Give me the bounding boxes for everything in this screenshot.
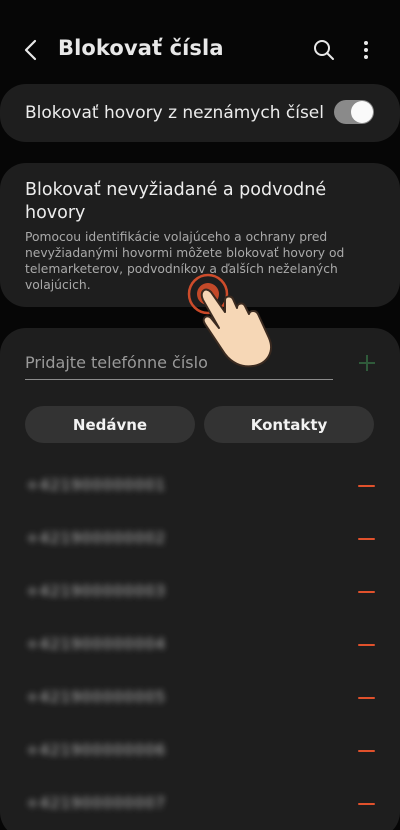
remove-number-button[interactable] xyxy=(352,737,380,765)
blocked-number-text: +421900000005 xyxy=(26,688,167,706)
more-vertical-icon xyxy=(364,41,368,59)
blocked-number-row: +421900000003 xyxy=(0,568,400,621)
add-number-button[interactable] xyxy=(352,348,382,378)
block-unknown-toggle[interactable] xyxy=(334,100,374,124)
recent-button[interactable]: Nedávne xyxy=(25,406,195,443)
search-icon xyxy=(314,40,334,60)
block-unknown-label: Blokovať hovory z neznámych čísel xyxy=(25,103,324,123)
remove-number-button[interactable] xyxy=(352,790,380,818)
contacts-button[interactable]: Kontakty xyxy=(204,406,374,443)
blocked-number-text: +421900000001 xyxy=(26,476,167,494)
minus-icon xyxy=(357,644,375,646)
blocked-number-row: +421900000004 xyxy=(0,621,400,674)
chevron-left-icon xyxy=(24,39,37,61)
remove-number-button[interactable] xyxy=(352,631,380,659)
search-button[interactable] xyxy=(306,34,342,66)
minus-icon xyxy=(357,538,375,540)
remove-number-button[interactable] xyxy=(352,472,380,500)
blocked-number-text: +421900000004 xyxy=(26,635,167,653)
block-numbers-screen: Blokovať čísla Blokovať hovory z neznámy… xyxy=(0,0,400,830)
blocked-number-row: +421900000007 xyxy=(0,780,400,830)
minus-icon xyxy=(357,591,375,593)
blocked-number-text: +421900000007 xyxy=(26,794,167,812)
block-spam-description: Pomocou identifikácie volajúceho a ochra… xyxy=(25,230,345,292)
remove-number-button[interactable] xyxy=(352,578,380,606)
blocked-numbers-card: Nedávne Kontakty +421900000001 +42190000… xyxy=(0,328,400,830)
block-spam-card[interactable]: Blokovať nevyžiadané a podvodné hovory P… xyxy=(0,163,400,307)
minus-icon xyxy=(357,485,375,487)
toggle-knob xyxy=(351,101,373,123)
app-bar: Blokovať čísla xyxy=(0,24,400,76)
blocked-number-row: +421900000002 xyxy=(0,515,400,568)
blocked-number-text: +421900000006 xyxy=(26,741,167,759)
more-options-button[interactable] xyxy=(348,34,384,66)
minus-icon xyxy=(357,697,375,699)
block-unknown-card[interactable]: Blokovať hovory z neznámych čísel xyxy=(0,84,400,142)
block-spam-title: Blokovať nevyžiadané a podvodné hovory xyxy=(25,180,327,223)
remove-number-button[interactable] xyxy=(352,525,380,553)
remove-number-button[interactable] xyxy=(352,684,380,712)
blocked-number-text: +421900000002 xyxy=(26,529,167,547)
back-button[interactable] xyxy=(14,34,50,66)
blocked-number-row: +421900000006 xyxy=(0,727,400,780)
add-number-input[interactable] xyxy=(25,346,333,380)
page-title: Blokovať čísla xyxy=(58,36,224,60)
blocked-number-row: +421900000001 xyxy=(0,462,400,515)
minus-icon xyxy=(357,803,375,805)
blocked-number-row: +421900000005 xyxy=(0,674,400,727)
plus-icon xyxy=(359,355,375,371)
minus-icon xyxy=(357,750,375,752)
blocked-number-text: +421900000003 xyxy=(26,582,167,600)
